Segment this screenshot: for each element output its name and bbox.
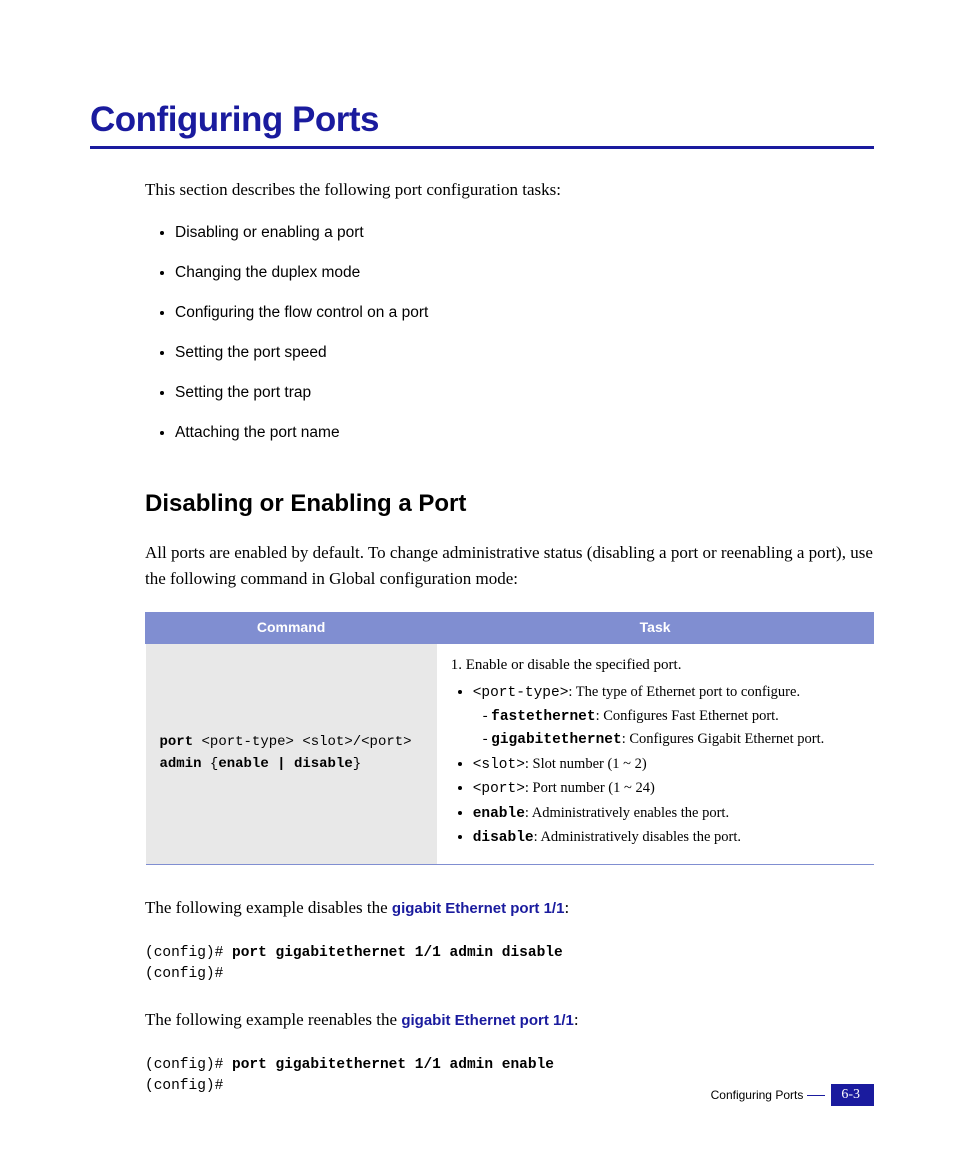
task-lead: 1. Enable or disable the specified port. — [451, 654, 860, 677]
list-item: Setting the port trap — [175, 381, 874, 405]
table-row: port <port-type> <slot>/<port> admin {en… — [146, 644, 874, 865]
text: The following example disables the — [145, 898, 392, 917]
task-item: enable: Administratively enables the por… — [473, 802, 860, 825]
code: disable — [473, 830, 534, 846]
emphasis: gigabit Ethernet port 1/1 — [401, 1012, 574, 1029]
task-cell: 1. Enable or disable the specified port.… — [437, 644, 874, 865]
prompt: (config)# — [145, 1078, 223, 1094]
list-item: Changing the duplex mode — [175, 261, 874, 285]
code: <slot> — [473, 757, 525, 773]
task-item: <slot>: Slot number (1 ~ 2) — [473, 753, 860, 776]
command: port gigabitethernet 1/1 admin enable — [232, 1057, 554, 1073]
command-cell: port <port-type> <slot>/<port> admin {en… — [146, 644, 437, 865]
page-number: 6-3 — [831, 1084, 874, 1106]
code: <port-type> — [473, 685, 569, 701]
command: port gigabitethernet 1/1 admin disable — [232, 945, 563, 961]
command-table: Command Task port <port-type> <slot>/<po… — [145, 612, 874, 864]
text: : — [574, 1010, 579, 1029]
code: enable — [473, 806, 525, 822]
emphasis: gigabit Ethernet port 1/1 — [392, 900, 565, 917]
cmd-brace: } — [353, 756, 361, 772]
cmd-arg: <port> — [361, 734, 411, 750]
intro-paragraph: This section describes the following por… — [145, 177, 874, 203]
task-item: <port>: Port number (1 ~ 24) — [473, 777, 860, 800]
prompt: (config)# — [145, 966, 223, 982]
text: : Administratively disables the port. — [534, 829, 741, 845]
task-list: Disabling or enabling a port Changing th… — [145, 221, 874, 445]
sub-intro-paragraph: All ports are enabled by default. To cha… — [145, 540, 874, 593]
document-page: Configuring Ports This section describes… — [0, 0, 954, 1097]
list-item: Disabling or enabling a port — [175, 221, 874, 245]
cmd-keyword: admin — [160, 756, 202, 772]
list-item: Setting the port speed — [175, 341, 874, 365]
text: : Configures Fast Ethernet port. — [596, 708, 779, 724]
cmd-keyword: enable | disable — [218, 756, 352, 772]
text: : Slot number (1 ~ 2) — [525, 756, 647, 772]
th-task: Task — [437, 613, 874, 644]
text: : The type of Ethernet port to configure… — [568, 684, 800, 700]
code-example-1: (config)# port gigabitethernet 1/1 admin… — [145, 943, 874, 985]
cmd-arg: <port-type> <slot> — [193, 734, 353, 750]
code: <port> — [473, 781, 525, 797]
example-intro-1: The following example disables the gigab… — [145, 895, 874, 921]
code: gigabitethernet — [491, 732, 622, 748]
text: : Configures Gigabit Ethernet port. — [622, 731, 825, 747]
cmd-sep: / — [353, 734, 361, 750]
example-intro-2: The following example reenables the giga… — [145, 1007, 874, 1033]
footer-dash-icon — [807, 1095, 825, 1096]
subheading: Disabling or Enabling a Port — [145, 485, 874, 522]
cmd-keyword: port — [160, 734, 194, 750]
list-item: Attaching the port name — [175, 421, 874, 445]
text: The following example reenables the — [145, 1010, 401, 1029]
text: : Port number (1 ~ 24) — [525, 780, 655, 796]
prompt: (config)# — [145, 945, 232, 961]
task-item: disable: Administratively disables the p… — [473, 826, 860, 849]
footer-text: Configuring Ports — [711, 1088, 804, 1102]
list-item: Configuring the flow control on a port — [175, 301, 874, 325]
cmd-brace: { — [202, 756, 219, 772]
th-command: Command — [146, 613, 437, 644]
code: fastethernet — [491, 709, 595, 725]
text: : Administratively enables the port. — [525, 805, 729, 821]
task-item: <port-type>: The type of Ethernet port t… — [473, 681, 860, 751]
page-footer: Configuring Ports 6-3 — [711, 1084, 874, 1106]
page-title: Configuring Ports — [90, 100, 874, 140]
body-section: This section describes the following por… — [145, 177, 874, 1097]
prompt: (config)# — [145, 1057, 232, 1073]
title-rule — [90, 146, 874, 149]
text: : — [564, 898, 569, 917]
